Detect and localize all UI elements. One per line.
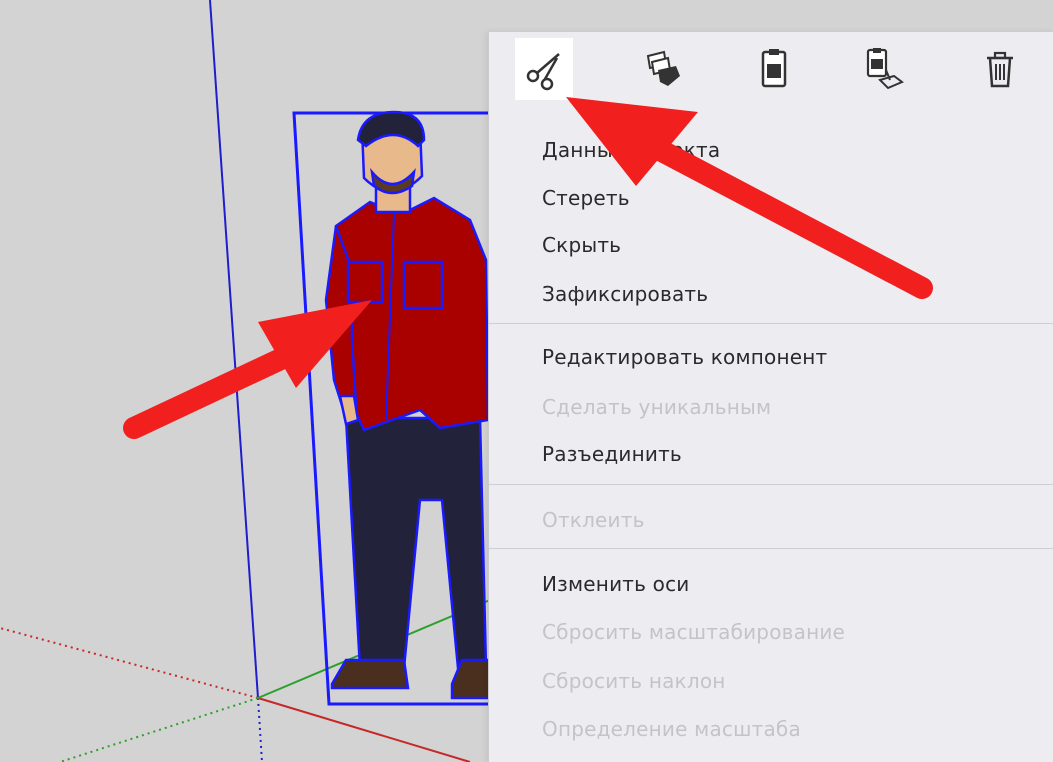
person-component[interactable]	[324, 110, 492, 700]
paste-icon	[761, 49, 787, 88]
context-toolbar	[489, 32, 1053, 118]
copy-button[interactable]	[634, 38, 692, 100]
paste-in-place-icon	[866, 48, 904, 90]
person-shirt	[334, 196, 490, 432]
red-axis-dotted	[0, 627, 259, 699]
menu-item-explode[interactable]: Разъединить	[542, 441, 682, 467]
context-menu: Данные объекта Стереть Скрыть Зафиксиров…	[488, 32, 1053, 762]
person-shoe-left	[330, 658, 410, 690]
scissors-icon	[526, 53, 560, 91]
menu-item-reset-skew[interactable]: Сбросить наклон	[542, 668, 726, 694]
menu-item-hide[interactable]: Скрыть	[542, 232, 621, 258]
menu-separator	[489, 484, 1053, 485]
menu-item-unglue[interactable]: Отклеить	[542, 507, 645, 533]
menu-item-change-axes[interactable]: Изменить оси	[542, 571, 690, 597]
person-pocket-right	[402, 260, 444, 310]
paste-button[interactable]	[745, 38, 803, 100]
menu-separator	[489, 323, 1053, 324]
menu-item-scale-definition[interactable]: Определение масштаба	[542, 716, 801, 742]
copy-icon	[646, 50, 680, 86]
blue-axis	[209, 0, 259, 699]
menu-separator	[489, 548, 1053, 549]
menu-item-erase[interactable]: Стереть	[542, 185, 630, 211]
paste-in-place-button[interactable]	[854, 38, 912, 100]
menu-item-entity-info[interactable]: Данные объекта	[542, 137, 720, 163]
person-pocket-left	[346, 260, 384, 304]
delete-button[interactable]	[971, 38, 1029, 100]
menu-item-reset-scale[interactable]: Сбросить масштабирование	[542, 619, 845, 645]
person-hand-left	[338, 394, 360, 426]
red-axis	[257, 697, 471, 762]
blue-axis-dotted	[257, 697, 263, 762]
menu-item-edit-component[interactable]: Редактировать компонент	[542, 344, 827, 370]
cut-button[interactable]	[515, 38, 573, 100]
trash-icon	[987, 51, 1013, 88]
menu-item-make-unique[interactable]: Сделать уникальным	[542, 394, 771, 420]
menu-item-lock[interactable]: Зафиксировать	[542, 281, 708, 307]
green-axis-dotted	[59, 697, 259, 762]
